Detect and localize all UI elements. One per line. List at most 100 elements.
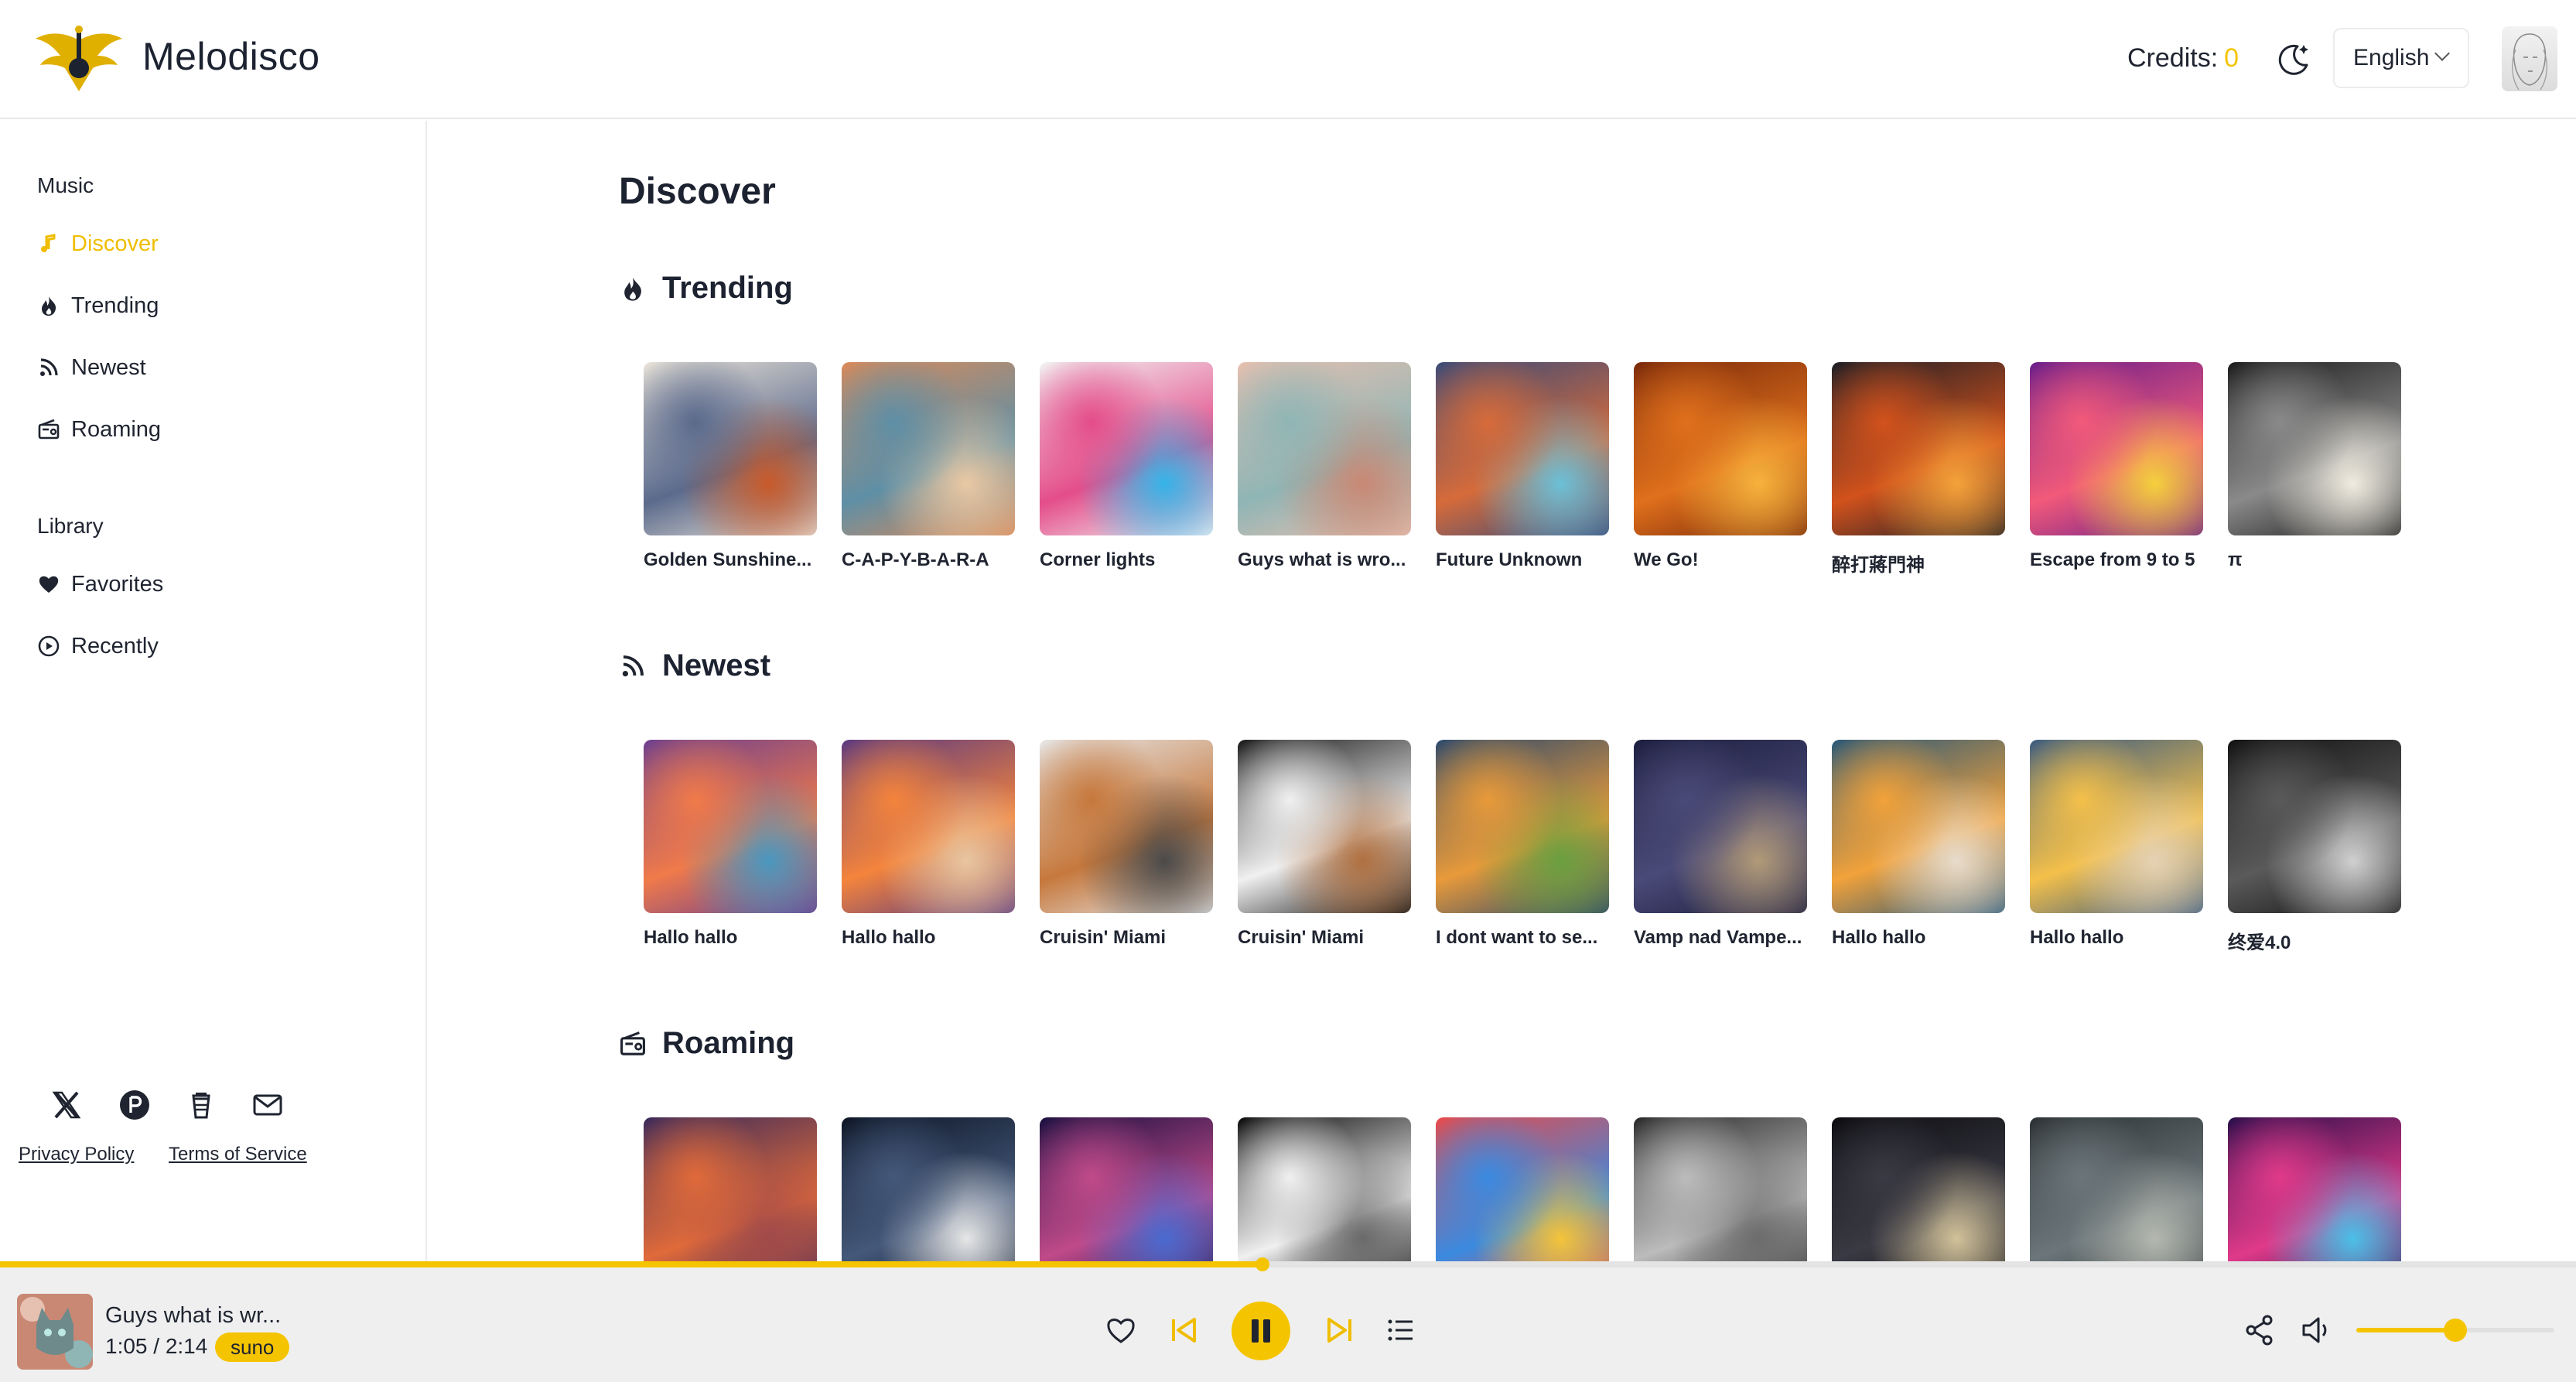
song-card[interactable] xyxy=(1040,1117,1213,1261)
progress-bar[interactable] xyxy=(0,1257,2576,1271)
logo-icon[interactable] xyxy=(34,25,124,94)
song-card[interactable] xyxy=(644,1117,817,1261)
brand-name[interactable]: Melodisco xyxy=(142,34,320,79)
song-cover[interactable] xyxy=(842,1117,1015,1261)
song-card[interactable]: Escape from 9 to 5 xyxy=(2030,362,2203,571)
song-cover[interactable] xyxy=(842,362,1015,535)
song-cover[interactable] xyxy=(842,740,1015,913)
share-icon[interactable] xyxy=(2242,1312,2277,1348)
song-card[interactable]: Future Unknown xyxy=(1436,362,1609,571)
song-cover[interactable] xyxy=(1832,362,2005,535)
song-title[interactable]: 终爱4.0 xyxy=(2228,927,2401,954)
song-cover[interactable] xyxy=(1040,1117,1213,1261)
song-cover[interactable] xyxy=(644,362,817,535)
song-card[interactable] xyxy=(1634,1117,1807,1261)
playlist-icon[interactable] xyxy=(1383,1312,1419,1348)
now-playing-cover[interactable] xyxy=(17,1294,93,1370)
song-card[interactable] xyxy=(2030,1117,2203,1261)
song-cover[interactable] xyxy=(2030,362,2203,535)
song-card[interactable]: 终爱4.0 xyxy=(2228,740,2401,954)
sidebar-item-discover[interactable]: Discover xyxy=(37,224,159,263)
volume-handle[interactable] xyxy=(2444,1319,2467,1342)
language-select[interactable]: English xyxy=(2333,28,2469,88)
song-card[interactable]: Cruisin' Miami xyxy=(1238,740,1411,949)
song-cover[interactable] xyxy=(644,1117,817,1261)
song-title[interactable]: Hallo hallo xyxy=(644,927,817,949)
now-playing-title[interactable]: Guys what is wr... xyxy=(105,1303,281,1329)
song-title[interactable]: Guys what is wro... xyxy=(1238,549,1411,571)
song-cover[interactable] xyxy=(1634,740,1807,913)
song-card[interactable] xyxy=(1238,1117,1411,1261)
terms-of-service-link[interactable]: Terms of Service xyxy=(169,1144,307,1165)
heart-icon[interactable] xyxy=(1103,1312,1139,1348)
song-title[interactable]: Vamp nad Vampe... xyxy=(1634,927,1807,949)
song-title[interactable]: π xyxy=(2228,549,2401,571)
song-title[interactable]: Future Unknown xyxy=(1436,549,1609,571)
song-title[interactable]: C-A-P-Y-B-A-R-A xyxy=(842,549,1015,571)
song-title[interactable]: Cruisin' Miami xyxy=(1040,927,1213,949)
pause-button[interactable] xyxy=(1232,1302,1290,1360)
song-cover[interactable] xyxy=(1634,362,1807,535)
song-card[interactable]: 醉打蔣門神 xyxy=(1832,362,2005,576)
song-title[interactable]: Escape from 9 to 5 xyxy=(2030,549,2203,571)
song-cover[interactable] xyxy=(1832,1117,2005,1261)
song-cover[interactable] xyxy=(1436,362,1609,535)
song-cover[interactable] xyxy=(1238,362,1411,535)
song-title[interactable]: Corner lights xyxy=(1040,549,1213,571)
song-cover[interactable] xyxy=(2228,362,2401,535)
song-card[interactable]: Guys what is wro... xyxy=(1238,362,1411,571)
song-card[interactable]: π xyxy=(2228,362,2401,571)
sidebar-item-recently[interactable]: Recently xyxy=(37,627,159,665)
song-card[interactable]: Vamp nad Vampe... xyxy=(1634,740,1807,949)
song-cover[interactable] xyxy=(1238,740,1411,913)
song-card[interactable]: Cruisin' Miami xyxy=(1040,740,1213,949)
song-card[interactable]: Golden Sunshine... xyxy=(644,362,817,571)
dark-mode-toggle-icon[interactable] xyxy=(2274,40,2313,79)
song-title[interactable]: Hallo hallo xyxy=(842,927,1015,949)
song-card[interactable] xyxy=(2228,1117,2401,1261)
song-title[interactable]: I dont want to se... xyxy=(1436,927,1609,949)
song-cover[interactable] xyxy=(644,740,817,913)
song-card[interactable]: Hallo hallo xyxy=(842,740,1015,949)
song-card[interactable] xyxy=(1832,1117,2005,1261)
song-card[interactable]: Hallo hallo xyxy=(644,740,817,949)
song-title[interactable]: We Go! xyxy=(1634,549,1807,571)
song-card[interactable]: I dont want to se... xyxy=(1436,740,1609,949)
song-cover[interactable] xyxy=(1238,1117,1411,1261)
song-cover[interactable] xyxy=(1436,740,1609,913)
song-cover[interactable] xyxy=(2030,740,2203,913)
song-card[interactable]: Hallo hallo xyxy=(2030,740,2203,949)
song-title[interactable]: Hallo hallo xyxy=(2030,927,2203,949)
progress-handle[interactable] xyxy=(1255,1257,1269,1271)
song-card[interactable]: Hallo hallo xyxy=(1832,740,2005,949)
song-title[interactable]: Cruisin' Miami xyxy=(1238,927,1411,949)
volume-slider[interactable] xyxy=(2356,1319,2554,1342)
x-icon[interactable] xyxy=(50,1088,84,1122)
song-cover[interactable] xyxy=(1832,740,2005,913)
song-title[interactable]: Hallo hallo xyxy=(1832,927,2005,949)
mail-icon[interactable] xyxy=(251,1088,285,1122)
song-title[interactable]: Golden Sunshine... xyxy=(644,549,817,571)
volume-icon[interactable] xyxy=(2299,1312,2335,1348)
song-cover[interactable] xyxy=(1040,740,1213,913)
avatar[interactable] xyxy=(2502,26,2557,91)
song-title[interactable]: 醉打蔣門神 xyxy=(1832,549,2005,576)
song-card[interactable]: Corner lights xyxy=(1040,362,1213,571)
sidebar-item-trending[interactable]: Trending xyxy=(37,286,159,325)
skip-forward-icon[interactable] xyxy=(1321,1312,1357,1348)
song-cover[interactable] xyxy=(1436,1117,1609,1261)
song-card[interactable]: C-A-P-Y-B-A-R-A xyxy=(842,362,1015,571)
sidebar-item-newest[interactable]: Newest xyxy=(37,348,146,387)
song-card[interactable]: We Go! xyxy=(1634,362,1807,571)
sidebar-item-favorites[interactable]: Favorites xyxy=(37,565,163,604)
song-card[interactable] xyxy=(842,1117,1015,1261)
coffee-cup-icon[interactable] xyxy=(184,1088,218,1122)
privacy-policy-link[interactable]: Privacy Policy xyxy=(19,1144,134,1165)
product-hunt-icon[interactable] xyxy=(118,1088,152,1122)
song-cover[interactable] xyxy=(2228,740,2401,913)
skip-back-icon[interactable] xyxy=(1167,1312,1202,1348)
song-cover[interactable] xyxy=(1040,362,1213,535)
song-cover[interactable] xyxy=(2030,1117,2203,1261)
song-cover[interactable] xyxy=(2228,1117,2401,1261)
song-cover[interactable] xyxy=(1634,1117,1807,1261)
